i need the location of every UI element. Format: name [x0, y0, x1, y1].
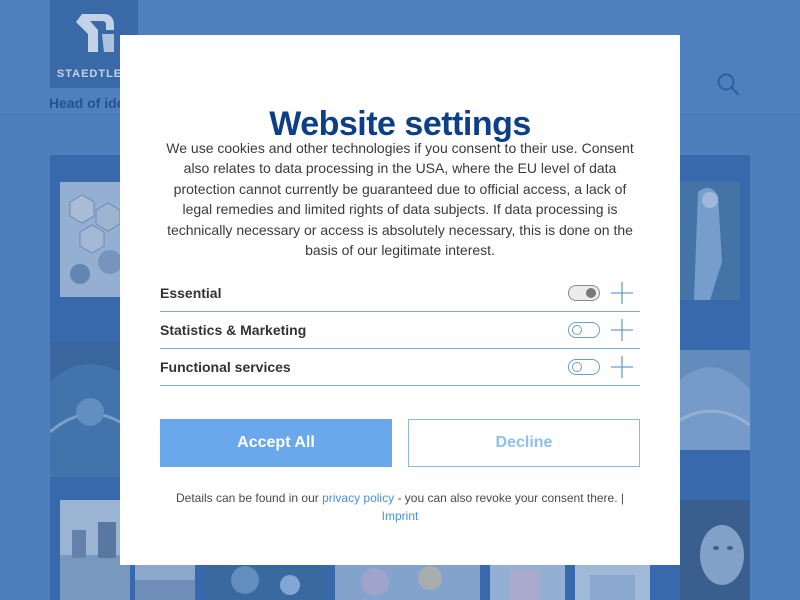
imprint-link[interactable]: Imprint [382, 509, 419, 523]
toggle-knob [572, 362, 582, 372]
plus-icon[interactable] [610, 318, 634, 342]
setting-toggle [568, 285, 600, 301]
privacy-policy-link[interactable]: privacy policy [322, 491, 394, 505]
setting-toggle[interactable] [568, 322, 600, 338]
consent-description: We use cookies and other technologies if… [166, 140, 634, 259]
setting-label: Functional services [160, 359, 291, 375]
footer-text: Details can be found in our [175, 491, 323, 505]
consent-settings-list: Essential Statistics & Marketing Functiona… [160, 275, 640, 386]
cookie-consent-dialog: Website settings We use cookies and othe… [120, 35, 680, 565]
consent-setting-row: Essential [160, 275, 640, 312]
setting-label: Essential [160, 285, 222, 301]
consent-setting-row: Statistics & Marketing [160, 312, 640, 349]
plus-icon[interactable] [610, 281, 634, 305]
setting-label: Statistics & Marketing [160, 322, 307, 338]
footer-text: - you can also revoke your consent there… [394, 491, 625, 505]
toggle-knob [572, 325, 582, 335]
consent-footer: Details can be found in our privacy poli… [160, 489, 640, 525]
accept-all-button[interactable]: Accept All [160, 419, 392, 467]
consent-setting-row: Functional services [160, 349, 640, 386]
toggle-knob [586, 288, 596, 298]
decline-button[interactable]: Decline [408, 419, 640, 467]
plus-icon[interactable] [610, 355, 634, 379]
setting-toggle[interactable] [568, 359, 600, 375]
